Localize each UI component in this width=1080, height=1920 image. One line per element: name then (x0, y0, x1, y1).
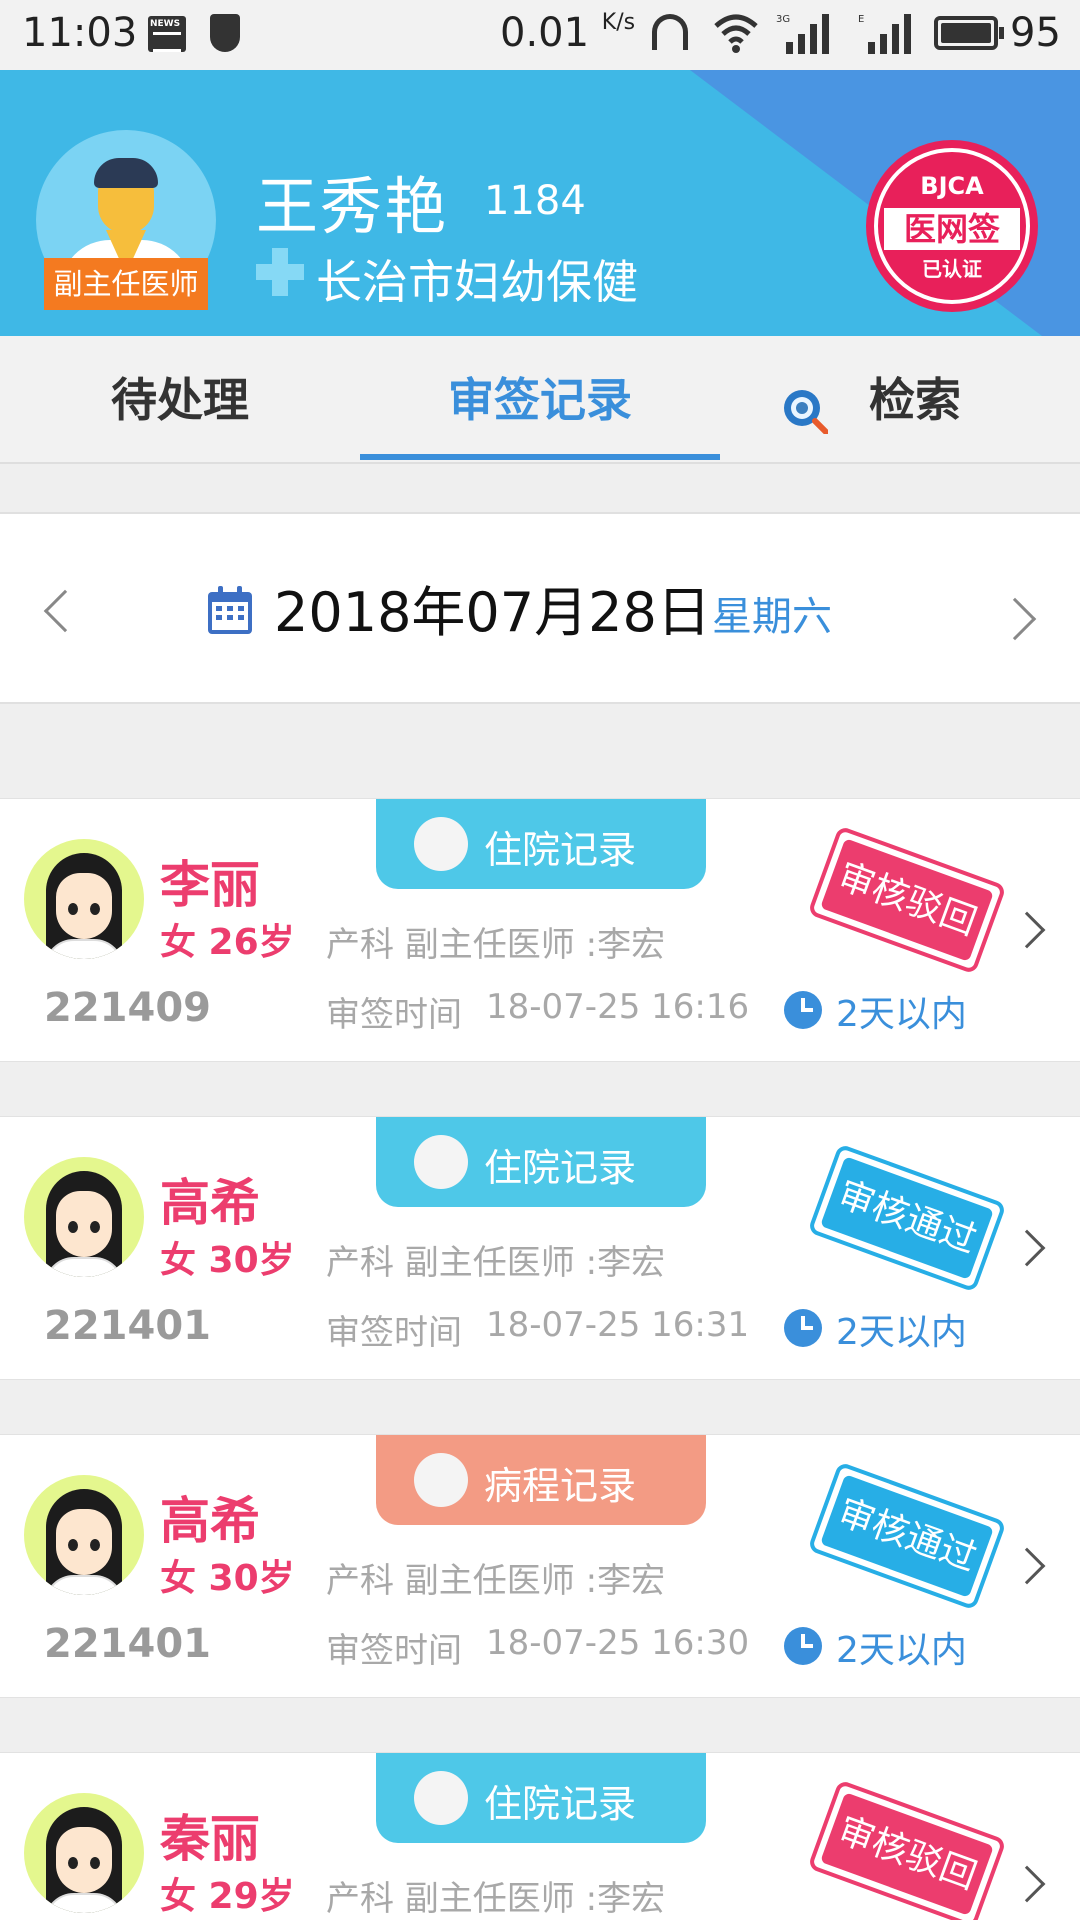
svg-text:已认证: 已认证 (922, 257, 982, 281)
patient-name: 高希 (160, 1492, 260, 1550)
tab-pending[interactable]: 待处理 (60, 336, 300, 464)
status-bar: 11:03 NEWS 0.01 K/s 3G E 95 (0, 0, 1080, 70)
patient-name: 秦丽 (160, 1810, 260, 1868)
sign-time-label: 审签时间 (326, 995, 462, 1035)
record-card[interactable]: 李丽 女 26岁 221409 住院记录 产科 副主任医师 :李宏 审签时间 1… (0, 798, 1080, 1062)
sign-time: 18-07-25 16:30 (486, 1623, 750, 1663)
sign-time-label: 审签时间 (326, 1313, 462, 1353)
status-stamp: 审核通过 (807, 1461, 1007, 1611)
calendar-icon (208, 586, 252, 634)
clock-icon (784, 1309, 822, 1347)
next-day-button[interactable] (993, 597, 1037, 641)
sign-time: 18-07-25 16:31 (486, 1305, 750, 1345)
date-navigator: 2018年07月28日 星期六 (0, 512, 1080, 704)
sign-time: 18-07-25 16:16 (486, 987, 750, 1027)
headphones-icon (652, 14, 688, 50)
shield-icon (210, 14, 240, 52)
department-doctor: 产科 副主任医师 :李宏 (326, 1561, 666, 1601)
selected-date[interactable]: 2018年07月28日 (274, 568, 711, 647)
record-type-tag: 住院记录 (376, 1753, 706, 1843)
patient-avatar (24, 1157, 144, 1277)
svg-text:BJCA: BJCA (920, 172, 984, 200)
nurse-icon (414, 817, 468, 871)
department-doctor: 产科 副主任医师 :李宏 (326, 1879, 666, 1919)
record-type-tag: 病程记录 (376, 1435, 706, 1525)
hospital-name: 长治市妇幼保健 (316, 255, 638, 309)
time-window: 2天以内 (836, 1630, 967, 1671)
patient-sex-age: 女 26岁 (160, 922, 295, 963)
svg-text:医网签: 医网签 (904, 210, 1000, 248)
medical-cross-icon (256, 248, 304, 296)
battery-icon (934, 16, 1004, 50)
nurse-icon (414, 1135, 468, 1189)
svg-text:E: E (858, 14, 864, 25)
role-badge: 副主任医师 (44, 258, 208, 310)
status-time: 11:03 (22, 10, 138, 56)
time-window: 2天以内 (836, 994, 967, 1035)
signal-icon: E (858, 14, 911, 54)
patient-id: 221401 (44, 1303, 211, 1349)
patient-avatar (24, 1475, 144, 1595)
chevron-right-icon (1008, 1865, 1046, 1903)
patient-avatar (24, 839, 144, 959)
patient-id: 221409 (44, 985, 211, 1031)
previous-day-button[interactable] (43, 589, 87, 633)
signal-icon: 3G (776, 14, 829, 54)
search-icon (784, 390, 828, 434)
doctor-name: 王秀艳 (256, 170, 449, 243)
clipboard-icon (414, 1453, 468, 1507)
svg-text:3G: 3G (776, 14, 790, 25)
battery-level: 95 (1010, 10, 1061, 56)
bjca-seal-badge: BJCA 医网签 已认证 (866, 140, 1038, 312)
department-doctor: 产科 副主任医师 :李宏 (326, 1243, 666, 1283)
status-stamp: 审核驳回 (807, 1779, 1007, 1920)
patient-sex-age: 女 30岁 (160, 1240, 295, 1281)
patient-sex-age: 女 29岁 (160, 1876, 295, 1917)
active-tab-indicator (360, 454, 720, 460)
patient-name: 高希 (160, 1174, 260, 1232)
patient-name: 李丽 (160, 856, 260, 914)
record-card[interactable]: 秦丽 女 29岁 住院记录 产科 副主任医师 :李宏 审核驳回 (0, 1752, 1080, 1920)
time-window: 2天以内 (836, 1312, 967, 1353)
sign-time-label: 审签时间 (326, 1631, 462, 1671)
network-speed: 0.01 K/s (500, 10, 636, 56)
clock-icon (784, 1627, 822, 1665)
status-stamp: 审核驳回 (807, 825, 1007, 975)
doctor-id: 1184 (484, 178, 586, 224)
chevron-right-icon (1008, 911, 1046, 949)
record-card[interactable]: 高希 女 30岁 221401 住院记录 产科 副主任医师 :李宏 审签时间 1… (0, 1116, 1080, 1380)
clock-icon (784, 991, 822, 1029)
record-type-tag: 住院记录 (376, 1117, 706, 1207)
patient-avatar (24, 1793, 144, 1913)
record-card[interactable]: 高希 女 30岁 221401 病程记录 产科 副主任医师 :李宏 审签时间 1… (0, 1434, 1080, 1698)
chevron-right-icon (1008, 1229, 1046, 1267)
tab-bar: 待处理 审签记录 检索 (0, 336, 1080, 464)
news-icon: NEWS (148, 16, 186, 52)
profile-header: 副主任医师 王秀艳 1184 长治市妇幼保健 BJCA 医网签 已认证 (0, 70, 1080, 336)
weekday-label: 星期六 (712, 594, 832, 640)
nurse-icon (414, 1771, 468, 1825)
chevron-right-icon (1008, 1547, 1046, 1585)
patient-id: 221401 (44, 1621, 211, 1667)
patient-sex-age: 女 30岁 (160, 1558, 295, 1599)
wifi-icon (714, 14, 758, 53)
status-stamp: 审核通过 (807, 1143, 1007, 1293)
record-type-tag: 住院记录 (376, 799, 706, 889)
tab-records[interactable]: 审签记录 (360, 336, 720, 464)
department-doctor: 产科 副主任医师 :李宏 (326, 925, 666, 965)
